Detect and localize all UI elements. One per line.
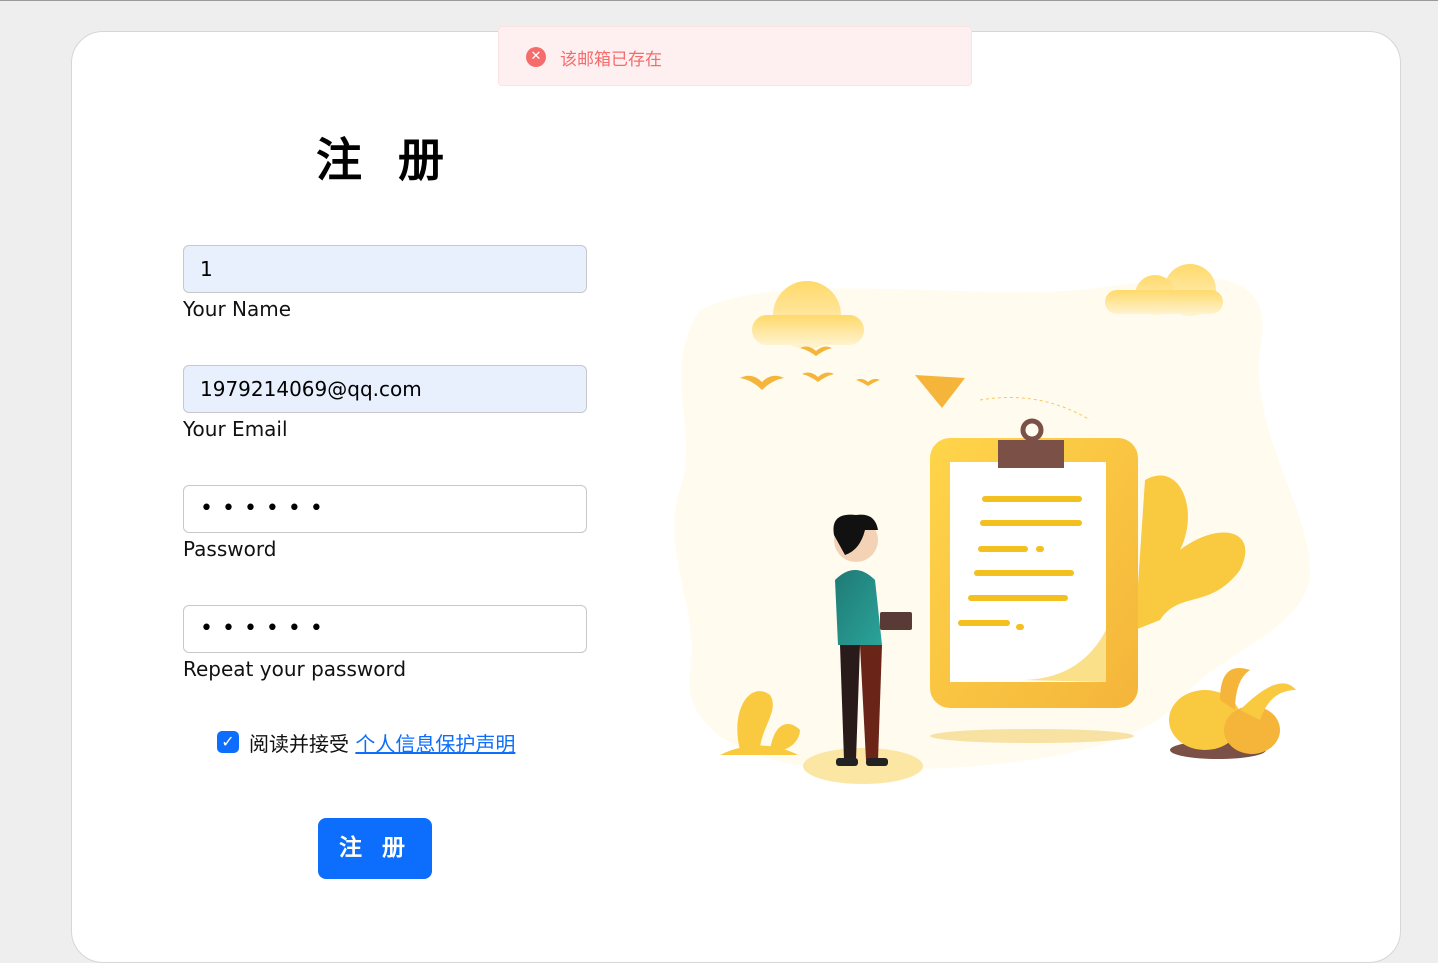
password-input[interactable]: •••••• [183, 485, 587, 533]
toast-message: 该邮箱已存在 [560, 50, 662, 70]
page-title: 注 册 [315, 133, 454, 187]
name-input[interactable]: 1 [183, 245, 587, 293]
name-label: Your Name [183, 297, 292, 321]
register-button[interactable]: 注 册 [318, 818, 432, 879]
privacy-policy-link[interactable]: 个人信息保护声明 [355, 732, 515, 756]
agreement-prefix: 阅读并接受 [249, 732, 349, 756]
signup-illustration [674, 264, 1310, 784]
email-label: Your Email [183, 417, 288, 441]
error-circle-icon: ✕ [526, 47, 546, 67]
error-toast: ✕ 该邮箱已存在 [498, 26, 972, 86]
password-label: Password [183, 537, 277, 561]
agreement-text: 阅读并接受 个人信息保护声明 [249, 728, 515, 757]
cloud-right-icon [1105, 264, 1223, 316]
clipboard-icon [930, 418, 1138, 708]
window-top-border [0, 0, 1438, 1]
email-input[interactable]: 1979214069@qq.com [183, 365, 587, 413]
agreement-checkbox[interactable]: ✓ [217, 731, 239, 753]
repeat-password-input[interactable]: •••••• [183, 605, 587, 653]
repeat-password-label: Repeat your password [183, 657, 407, 681]
